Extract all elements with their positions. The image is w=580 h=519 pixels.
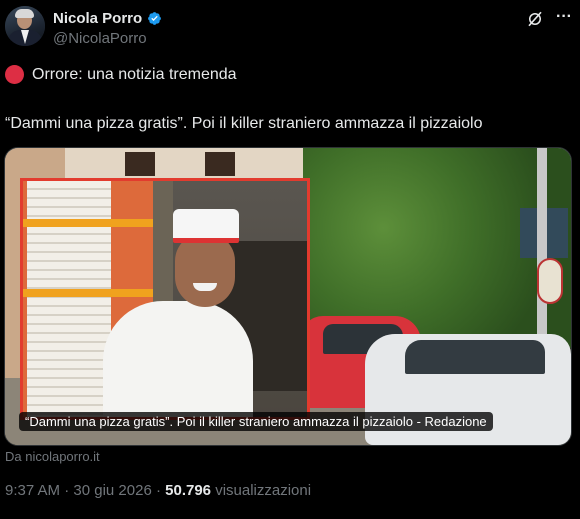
tweet-meta: 9:37 AM · 30 giu 2026 · 50.796 visualizz… (5, 482, 311, 499)
verified-badge-icon (148, 12, 161, 25)
inset-pizza-boxes (27, 181, 111, 417)
grok-icon[interactable] (526, 10, 544, 28)
views-count: 50.796 (165, 482, 212, 499)
card-image-white-car-window (405, 340, 545, 374)
avatar-hair (15, 9, 34, 18)
card-image-window (125, 152, 155, 176)
red-circle-emoji-icon (5, 65, 24, 84)
card-image-road-sign (537, 258, 563, 304)
views-label: visualizzazioni (215, 482, 312, 499)
card-caption: “Dammi una pizza gratis”. Poi il killer … (19, 412, 493, 431)
tweet-line-1: Orrore: una notizia tremenda (5, 65, 237, 84)
inset-shelf (23, 219, 153, 227)
author-avatar[interactable] (5, 6, 45, 46)
inset-person-hat (173, 209, 239, 243)
tweet-line-1-text: Orrore: una notizia tremenda (32, 65, 237, 83)
meta-separator-2: · (151, 482, 166, 499)
more-icon[interactable]: ··· (556, 8, 572, 26)
tweet-date[interactable]: 30 giu 2026 (73, 482, 151, 499)
author-handle[interactable]: @NicolaPorro (53, 30, 147, 47)
card-image-inset-photo (20, 178, 310, 420)
inset-person-shirt (103, 301, 253, 417)
tweet-time[interactable]: 9:37 AM (5, 482, 60, 499)
card-image-window (205, 152, 235, 176)
tweet-line-2: “Dammi una pizza gratis”. Poi il killer … (5, 115, 483, 132)
link-card[interactable]: “Dammi una pizza gratis”. Poi il killer … (4, 147, 572, 446)
inset-shelf (23, 289, 153, 297)
meta-separator: · (60, 482, 74, 499)
inset-person-face (175, 233, 235, 307)
card-source[interactable]: Da nicolaporro.it (5, 449, 100, 464)
author-name[interactable]: Nicola Porro (53, 10, 142, 27)
